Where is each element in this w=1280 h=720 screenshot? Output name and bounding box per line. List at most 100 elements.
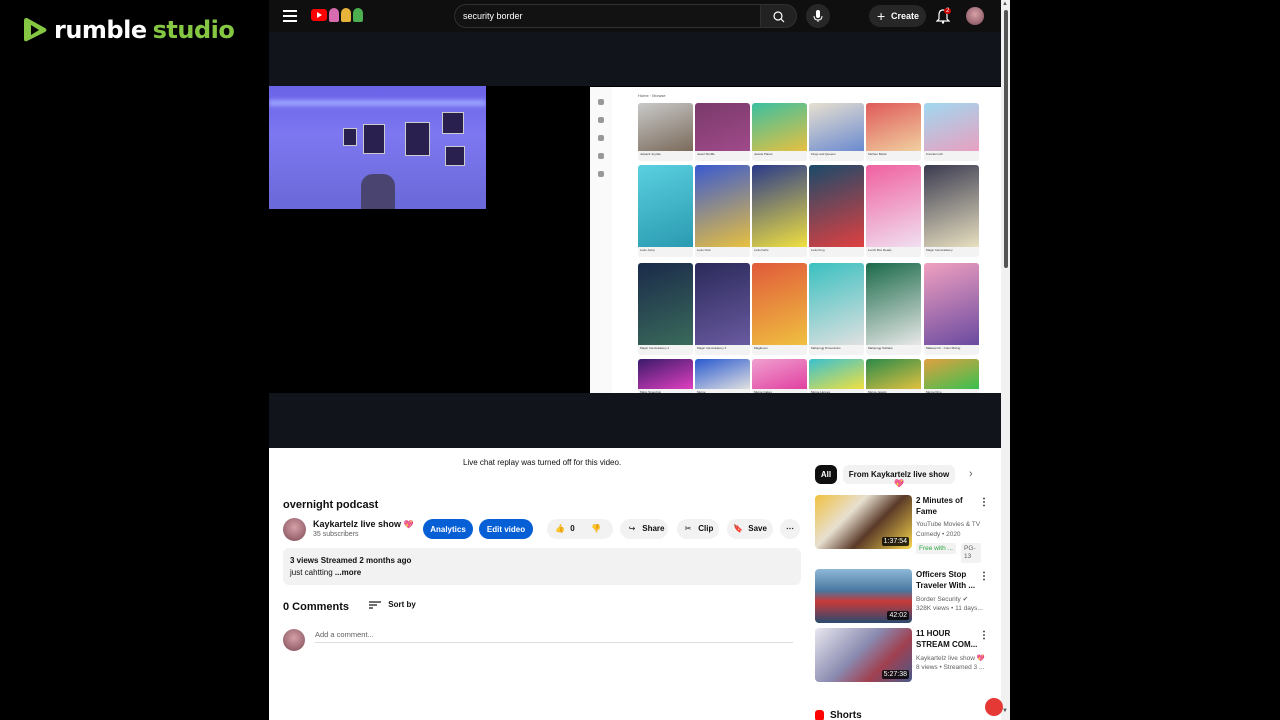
shorts-icon [815,710,824,720]
thumbs-down-icon[interactable]: 👎 [591,524,601,533]
share-button[interactable]: ↪ Share [620,519,668,539]
scroll-up-arrow-icon[interactable]: ▲ [1002,1,1008,7]
video-thumbnail[interactable]: 42:02 [815,569,912,623]
recommendation-channel: YouTube Movies & TV [916,521,981,528]
account-avatar[interactable] [966,7,984,25]
game-tile-art [752,165,807,247]
analytics-button[interactable]: Analytics [423,519,473,539]
thumbs-up-icon[interactable]: 👍 [555,524,565,533]
game-tile: Kitchen Bazar [866,103,921,161]
game-tile: Jetpack Joyride [638,103,693,161]
recommendation-item[interactable]: 1:37:54 2 Minutes of Fame YouTube Movies… [815,495,995,565]
heart-emoji-icon: 💖 [894,479,904,488]
game-site-breadcrumb: Home · Browse [638,93,666,98]
game-tile: Magic Cat Academy 2 [638,263,693,355]
game-tile-label: Ludo Karts [752,247,807,257]
chip-all[interactable]: All [815,465,837,484]
video-player[interactable]: Home · Browse Jetpack Joyride Jewel Shuff… [269,32,1001,448]
game-tile-label: Lunch Box Ready [866,247,921,257]
more-actions-button[interactable]: ⋯ [780,519,800,539]
live-chat-notice: Live chat replay was turned off for this… [463,458,622,467]
more-vertical-icon[interactable]: ⋮ [979,497,989,508]
recommendation-title[interactable]: 11 HOUR STREAM COM... [916,628,982,650]
video-thumbnail[interactable]: 5:27:38 [815,628,912,682]
duration-badge: 42:02 [887,611,909,620]
duration-badge: 1:37:54 [881,537,909,546]
sort-comments-button[interactable]: Sort by [369,600,416,609]
game-tile-label: Makeup Kit - Color Mixing [924,345,979,355]
shared-screen-game-grid: Home · Browse Jetpack Joyride Jewel Shuff… [590,87,1001,393]
save-button[interactable]: 🔖 Save [727,519,773,539]
game-tile-art [866,263,921,345]
chip-from-channel[interactable]: From Kaykartelz live show 💖 [843,465,955,488]
search-button[interactable] [760,4,797,28]
description-more-link[interactable]: ...more [335,568,361,577]
game-tile: Merge Heroes [809,359,864,393]
scissors-icon: ✂ [684,524,692,533]
edit-video-button[interactable]: Edit video [479,519,533,539]
game-tile: Ludo King [809,165,864,257]
share-label: Share [642,524,665,533]
recommendation-channel: Border Security ✔ [916,595,988,603]
sort-icon [369,601,381,609]
brand-word-rumble: rumble [54,16,147,44]
game-tile-label: Ludo Club [695,247,750,257]
scroll-down-arrow-icon[interactable]: ▼ [1002,708,1008,714]
player-letterbox-bottom [269,393,1001,448]
rumble-play-icon [24,18,47,42]
heart-emoji-icon: 💖 [976,655,985,662]
game-tile-label: Mahjongg Dimensions [809,345,864,355]
youtube-logo-icon[interactable] [311,9,327,21]
plus-icon: + [877,8,886,24]
more-vertical-icon[interactable]: ⋮ [979,571,989,582]
free-with-ads-badge: Free with ... [916,543,956,554]
channel-avatar[interactable] [283,518,306,541]
recommendation-item[interactable]: 5:27:38 11 HOUR STREAM COM... Kaykartelz… [815,628,995,684]
game-tile-label: Jewels Planet [752,151,807,161]
search-input[interactable]: security border [454,4,761,28]
game-tile-art [924,165,979,247]
video-thumbnail[interactable]: 1:37:54 [815,495,912,549]
recommendation-title[interactable]: Officers Stop Traveler With ... [916,569,982,591]
scrollbar-thumb[interactable] [1004,10,1008,268]
recommendation-item[interactable]: 42:02 Officers Stop Traveler With ... Bo… [815,569,995,625]
recommendation-title[interactable]: 2 Minutes of Fame [916,495,982,517]
mic-icon [813,10,823,22]
game-tile-art [866,165,921,247]
game-tile: Merge [695,359,750,393]
channel-name[interactable]: Kaykartelz live show 💖 [313,519,414,529]
create-button[interactable]: + Create [869,5,926,27]
menu-icon[interactable] [283,10,297,22]
game-tile: Maze Speedrun [638,359,693,393]
game-tile-art [924,103,979,151]
subscriber-count: 35 subscribers [313,531,359,538]
voice-search-button[interactable] [806,4,830,28]
add-comment-input[interactable]: Add a comment... [315,629,793,643]
game-tile-art [924,359,979,389]
game-tile: Merge Dino [924,359,979,393]
verified-check-icon: ✔ [962,596,969,603]
more-vertical-icon[interactable]: ⋮ [979,630,989,641]
game-tile-art [866,103,921,151]
description-body: just cahtting [290,568,335,577]
game-tile: Jewels Planet [752,103,807,161]
game-tile-label: Kings and Queens [809,151,864,161]
game-tile-art [752,263,807,345]
desktop-root: rumble studio security border + Create 2… [0,0,1280,720]
game-tile: Ludo Jump [638,165,693,257]
game-tile-label: Magic Cat Academy [924,247,979,257]
share-arrow-icon: ↪ [628,524,636,533]
clip-button[interactable]: ✂ Clip [677,519,719,539]
search-icon [773,11,785,23]
browser-window: security border + Create 2 Home · Browse… [269,0,1010,720]
recommendation-channel-text: Border Security [916,596,961,603]
brand-word-studio: studio [152,16,235,44]
game-tile-art [752,359,807,389]
doodle-icon[interactable] [329,8,363,22]
floating-action-button[interactable] [985,698,1003,716]
chevron-right-icon[interactable]: › [969,468,973,480]
shorts-label: Shorts [830,710,862,720]
commenter-avatar [283,629,305,651]
description-box[interactable]: 3 views Streamed 2 months ago just cahtt… [283,548,801,585]
game-tile-art [695,165,750,247]
